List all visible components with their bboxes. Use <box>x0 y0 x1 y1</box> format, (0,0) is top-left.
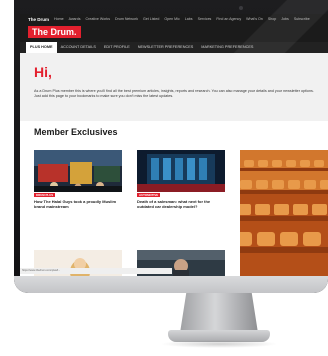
greeting-heading: Hi, <box>34 64 52 80</box>
masthead: The Drum. <box>20 24 328 42</box>
featured-article-image[interactable] <box>240 150 328 276</box>
monitor-chin <box>14 276 328 293</box>
browser-status-bar: https://www.thedrum.com/plus#... <box>20 268 172 274</box>
browser-viewport: The Drum Home Awards Creative Works Drum… <box>20 14 328 276</box>
utility-link-find-agency[interactable]: Find an Agency <box>216 17 241 21</box>
article-thumbnail[interactable] <box>137 150 225 192</box>
utility-link-open-mic[interactable]: Open Mic <box>164 17 179 21</box>
utility-link-whats-on[interactable]: What's On <box>246 17 263 21</box>
utility-logo[interactable]: The Drum <box>28 17 49 22</box>
tab-marketing-preferences[interactable]: MARKETING PREFERENCES <box>197 42 257 53</box>
brand-logo[interactable]: The Drum. <box>28 26 81 38</box>
utility-link-subscribe[interactable]: Subscribe <box>294 17 310 21</box>
base-shadow <box>160 340 278 348</box>
category-badge: DRUM PLUS <box>34 193 56 197</box>
utility-link-jobs[interactable]: Jobs <box>281 17 289 21</box>
utility-link-drum-network[interactable]: Drum Network <box>115 17 138 21</box>
utility-link-shop[interactable]: Shop <box>268 17 276 21</box>
webcam <box>239 6 243 10</box>
monitor-stand <box>180 293 258 333</box>
utility-link-get-listed[interactable]: Get Listed <box>143 17 159 21</box>
article-headline[interactable]: Death of a salesman: what next for the o… <box>137 199 227 209</box>
category-badge: AUTOMOTIVE <box>137 193 161 197</box>
section-title: Member Exclusives <box>34 127 118 137</box>
tab-plus-home[interactable]: PLUS HOME <box>26 42 57 53</box>
utility-link-creative-works[interactable]: Creative Works <box>86 17 111 21</box>
tab-account-details[interactable]: ACCOUNT DETAILS <box>57 42 100 53</box>
intro-text: As a Drum Plus member this is where you'… <box>34 89 314 99</box>
article-card[interactable]: DRUM PLUS How The Halal Guys took a prou… <box>34 150 122 209</box>
utility-link-awards[interactable]: Awards <box>69 17 81 21</box>
article-thumbnail[interactable] <box>34 150 122 192</box>
tab-edit-profile[interactable]: EDIT PROFILE <box>100 42 134 53</box>
utility-bar: The Drum Home Awards Creative Works Drum… <box>20 14 328 24</box>
utility-link-home[interactable]: Home <box>54 17 64 21</box>
utility-link-labs[interactable]: Labs <box>185 17 193 21</box>
article-card[interactable]: AUTOMOTIVE Death of a salesman: what nex… <box>137 150 225 209</box>
welcome-panel: Hi, As a Drum Plus member this is where … <box>20 53 328 121</box>
article-headline[interactable]: How The Halal Guys took a proudly Muslim… <box>34 199 124 209</box>
tab-newsletter-preferences[interactable]: NEWSLETTER PREFERENCES <box>134 42 198 53</box>
account-nav: PLUS HOME ACCOUNT DETAILS EDIT PROFILE N… <box>20 42 328 53</box>
utility-link-services[interactable]: Services <box>198 17 212 21</box>
